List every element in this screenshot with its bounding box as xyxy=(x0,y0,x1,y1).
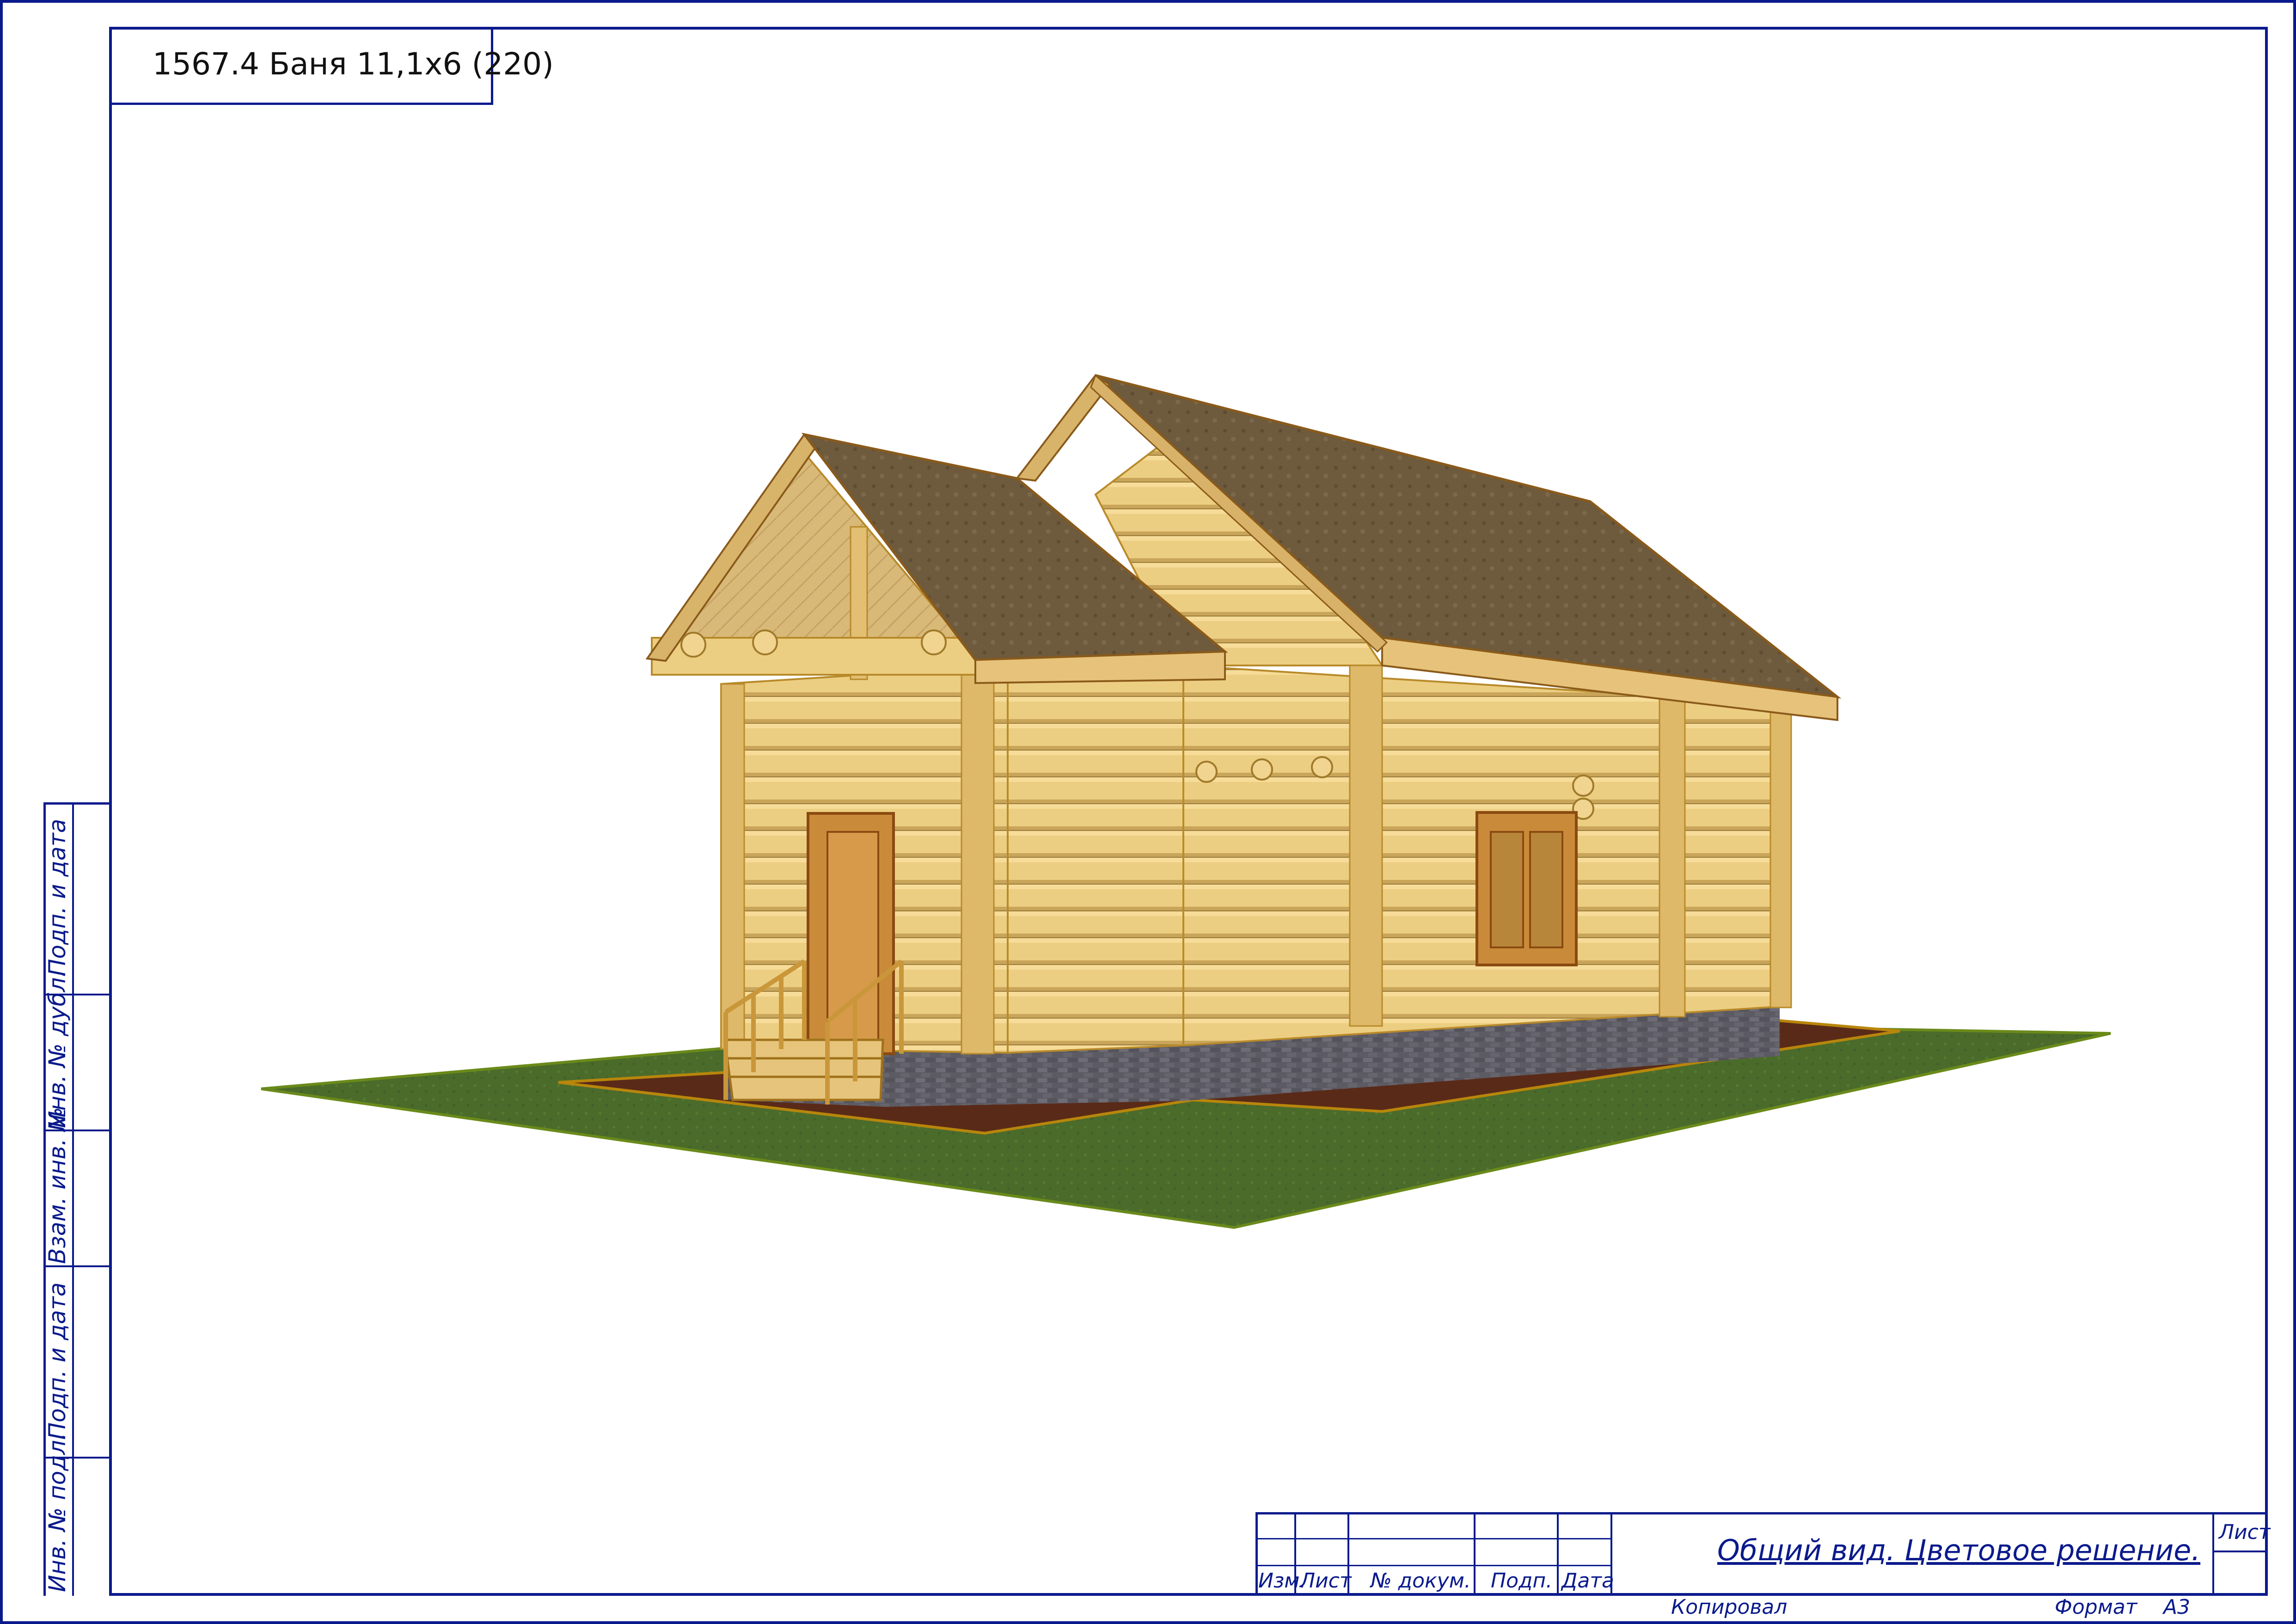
tb-left xyxy=(1255,1512,1258,1596)
corner-logs-2 xyxy=(1349,665,1383,1027)
tb-col6 xyxy=(2212,1512,2214,1596)
drawing-description: Общий вид. Цветовое решение. xyxy=(1717,1533,2201,1567)
corner-logs-5 xyxy=(720,683,745,1050)
bathhouse-3d-view xyxy=(261,374,2111,1229)
tb-col4 xyxy=(1557,1512,1559,1596)
format-value: А3 xyxy=(2163,1595,2191,1619)
col-sign: Подп. xyxy=(1491,1569,1553,1593)
wall-front-right xyxy=(1007,665,1184,1054)
sheet-label: Лист xyxy=(2219,1520,2271,1544)
tb-col3 xyxy=(1474,1512,1476,1596)
corner-logs-3 xyxy=(1659,692,1686,1018)
tb-sheet-sep xyxy=(2212,1551,2268,1552)
corner-logs-1 xyxy=(961,665,995,1055)
col-date: Дата xyxy=(1561,1569,1614,1593)
format-label: Формат xyxy=(2055,1595,2137,1619)
tb-top xyxy=(1255,1512,2268,1514)
window-pane-right xyxy=(1529,831,1563,948)
window-pane-left xyxy=(1490,831,1524,948)
copied-label: Копировал xyxy=(1671,1595,1788,1619)
col-sheet: Лист xyxy=(1300,1569,1352,1593)
col-change: Изм. xyxy=(1258,1569,1306,1593)
col-doc-no: № докум. xyxy=(1371,1569,1471,1593)
plinth-front xyxy=(885,1045,1183,1107)
corner-logs-4 xyxy=(1769,702,1792,1008)
porch-steps xyxy=(723,1038,884,1101)
